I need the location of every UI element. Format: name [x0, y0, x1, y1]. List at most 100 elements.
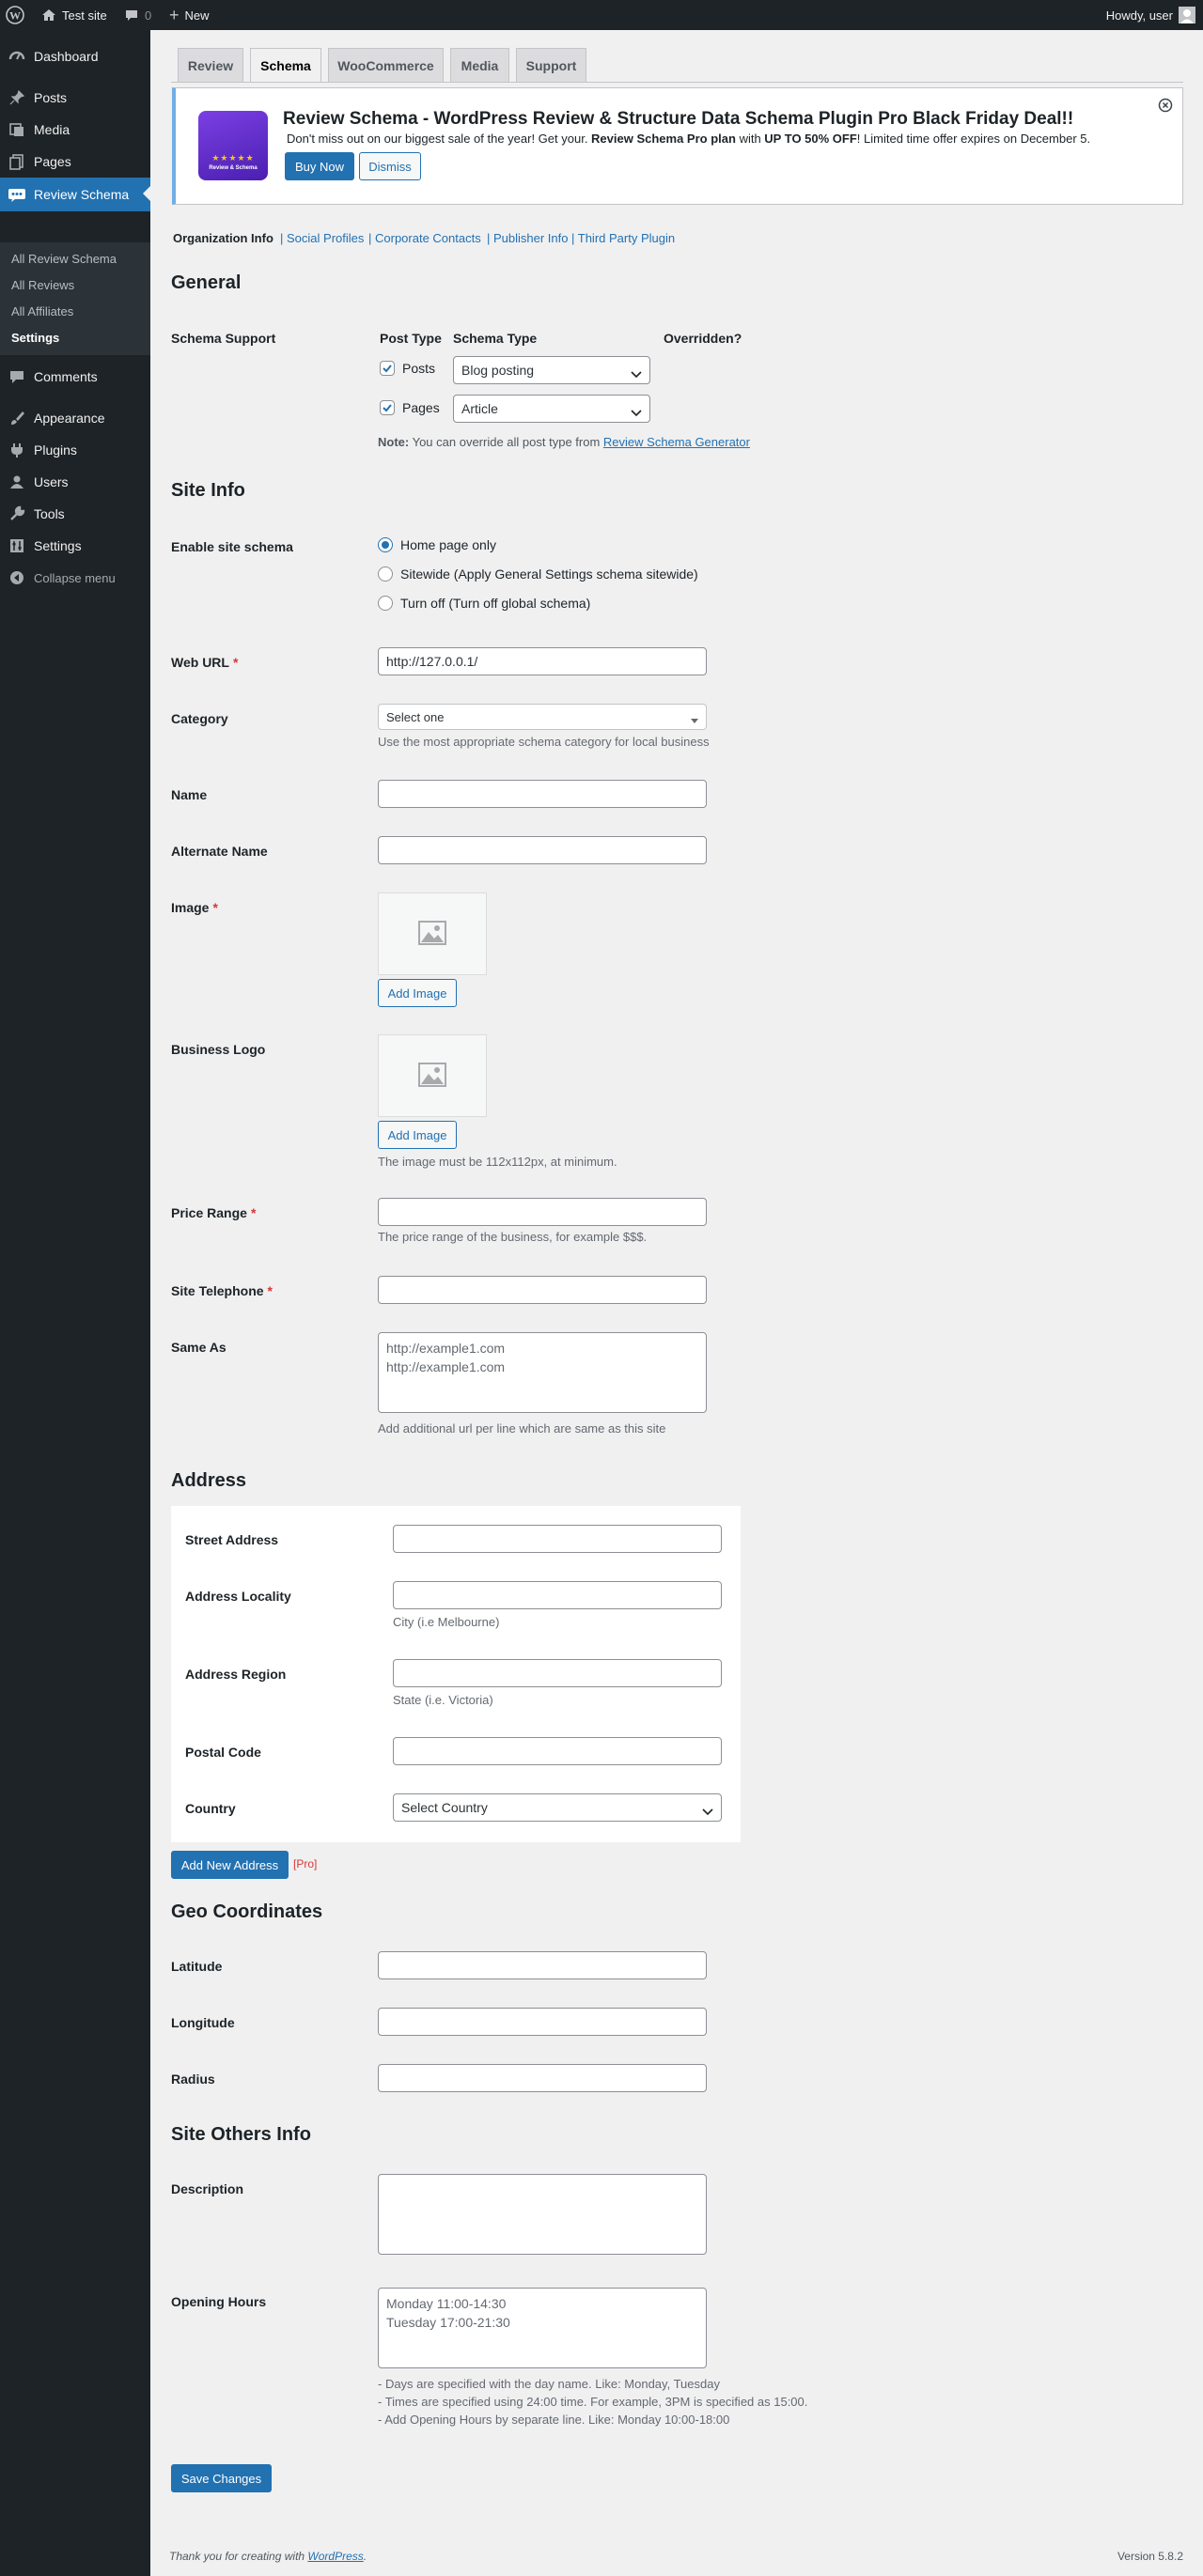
address-heading: Address — [171, 1470, 247, 1491]
business-logo-label: Business Logo — [171, 1042, 266, 1057]
col-overridden: Overridden? — [664, 331, 742, 346]
tabs-divider — [171, 82, 1183, 83]
chevron-down-icon — [631, 366, 642, 381]
comments-link[interactable]: 0 — [124, 0, 151, 30]
pages-schema-select[interactable]: Article — [453, 395, 650, 423]
chevron-down-icon — [631, 405, 642, 420]
add-new-address-button[interactable]: Add New Address — [171, 1851, 289, 1879]
submenu-all-affiliates[interactable]: All Affiliates — [11, 304, 73, 318]
media-icon — [8, 120, 26, 139]
wordpress-logo-icon[interactable]: W — [6, 0, 24, 30]
tab-support[interactable]: Support — [516, 48, 586, 82]
radio-sitewide[interactable]: Sitewide (Apply General Settings schema … — [378, 566, 698, 582]
menu-comments[interactable]: Comments — [0, 361, 150, 393]
comment-icon — [124, 8, 139, 23]
site-telephone-input[interactable] — [378, 1276, 707, 1304]
opening-hours-textarea[interactable]: Monday 11:00-14:30 Tuesday 17:00-21:30 — [378, 2288, 707, 2368]
col-schema-type: Schema Type — [453, 331, 538, 346]
address-region-input[interactable] — [393, 1659, 722, 1687]
alternate-name-input[interactable] — [378, 836, 707, 864]
subnav-social-profiles[interactable]: | Social Profiles — [280, 231, 364, 245]
menu-users[interactable]: Users — [0, 466, 150, 498]
menu-tools[interactable]: Tools — [0, 498, 150, 530]
subnav-publisher-info[interactable]: | Publisher Info — [487, 231, 569, 245]
wordpress-link[interactable]: WordPress — [307, 2550, 363, 2563]
notice-title: Review Schema - WordPress Review & Struc… — [283, 109, 1074, 129]
hours-help-3: - Add Opening Hours by separate line. Li… — [378, 2413, 730, 2427]
name-input[interactable] — [378, 780, 707, 808]
price-range-input[interactable] — [378, 1198, 707, 1226]
radio-turn-off[interactable]: Turn off (Turn off global schema) — [378, 596, 590, 611]
collapse-menu-button[interactable]: Collapse menu — [0, 562, 150, 594]
geo-coordinates-heading: Geo Coordinates — [171, 1901, 323, 1922]
country-select[interactable]: Select Country — [393, 1793, 722, 1822]
notice-text: Don't miss out on our biggest sale of th… — [287, 132, 1091, 146]
menu-posts[interactable]: Posts — [0, 82, 150, 114]
add-image-button[interactable]: Add Image — [378, 979, 457, 1007]
menu-plugins[interactable]: Plugins — [0, 434, 150, 466]
tab-review[interactable]: Review — [178, 48, 243, 82]
schema-support-label: Schema Support — [171, 331, 276, 346]
street-address-input[interactable] — [393, 1525, 722, 1553]
category-label: Category — [171, 711, 228, 726]
settings-icon — [8, 536, 26, 555]
add-logo-button[interactable]: Add Image — [378, 1121, 457, 1149]
image-placeholder-icon — [418, 1062, 446, 1090]
web-url-input[interactable]: http://127.0.0.1/ — [378, 647, 707, 675]
subnav-corporate-contacts[interactable]: | Corporate Contacts — [368, 231, 481, 245]
buy-now-button[interactable]: Buy Now — [285, 152, 354, 180]
dismiss-button[interactable]: Dismiss — [359, 152, 421, 180]
avatar — [1179, 7, 1195, 23]
chevron-down-icon — [702, 1804, 713, 1819]
promo-notice: ★★★★★ Review & Schema Review Schema - Wo… — [172, 87, 1183, 205]
address-region-label: Address Region — [185, 1667, 287, 1682]
image-preview — [378, 892, 487, 975]
account-menu[interactable]: Howdy, user — [1106, 0, 1195, 30]
same-as-textarea[interactable]: http://example1.com http://example1.com — [378, 1332, 707, 1413]
review-schema-generator-link[interactable]: Review Schema Generator — [603, 435, 750, 449]
latitude-input[interactable] — [378, 1951, 707, 1979]
menu-review-schema[interactable]: Review Schema — [0, 178, 150, 211]
menu-media[interactable]: Media — [0, 114, 150, 146]
posts-checkbox-row: Posts — [380, 361, 435, 376]
same-as-description: Add additional url per line which are sa… — [378, 1421, 666, 1435]
radio-home-page-only[interactable]: Home page only — [378, 537, 496, 552]
menu-dashboard[interactable]: Dashboard — [0, 40, 150, 72]
save-changes-button[interactable]: Save Changes — [171, 2464, 272, 2492]
menu-settings[interactable]: Settings — [0, 530, 150, 562]
pages-checkbox[interactable] — [380, 400, 395, 415]
close-icon[interactable] — [1158, 98, 1173, 116]
posts-schema-select[interactable]: Blog posting — [453, 356, 650, 384]
price-range-description: The price range of the business, for exa… — [378, 1230, 648, 1244]
category-select[interactable]: Select one — [378, 704, 707, 730]
svg-text:W: W — [9, 9, 21, 23]
col-post-type: Post Type — [380, 331, 442, 346]
subnav-third-party-plugin[interactable]: | Third Party Plugin — [571, 231, 675, 245]
admin-menu: Dashboard Posts Media Pages Review Schem… — [0, 30, 150, 2576]
address-locality-input[interactable] — [393, 1581, 722, 1609]
tab-schema[interactable]: Schema — [250, 48, 321, 83]
tab-media[interactable]: Media — [450, 48, 509, 82]
postal-code-input[interactable] — [393, 1737, 722, 1765]
menu-appearance[interactable]: Appearance — [0, 402, 150, 434]
pages-icon — [8, 152, 26, 171]
tab-woocommerce[interactable]: WooCommerce — [328, 48, 444, 82]
submenu-all-review-schema[interactable]: All Review Schema — [11, 252, 117, 266]
posts-checkbox[interactable] — [380, 361, 395, 376]
comment-icon — [8, 367, 26, 386]
footer-thanks: Thank you for creating with WordPress. — [169, 2550, 367, 2563]
submenu-all-reviews[interactable]: All Reviews — [11, 278, 74, 292]
subnav-organization-info[interactable]: Organization Info — [173, 231, 273, 245]
radius-input[interactable] — [378, 2064, 707, 2092]
country-label: Country — [185, 1801, 236, 1816]
review-schema-submenu: All Review Schema All Reviews All Affili… — [0, 242, 150, 355]
longitude-input[interactable] — [378, 2008, 707, 2036]
address-box: Street Address Address Locality City (i.… — [171, 1506, 741, 1842]
site-name-link[interactable]: Test site — [41, 0, 107, 30]
menu-pages[interactable]: Pages — [0, 146, 150, 178]
name-label: Name — [171, 787, 208, 802]
submenu-settings[interactable]: Settings — [11, 331, 59, 345]
description-textarea[interactable] — [378, 2174, 707, 2255]
admin-bar: W Test site 0 + New Howdy, user — [0, 0, 1203, 30]
new-content-link[interactable]: + New — [169, 0, 210, 30]
